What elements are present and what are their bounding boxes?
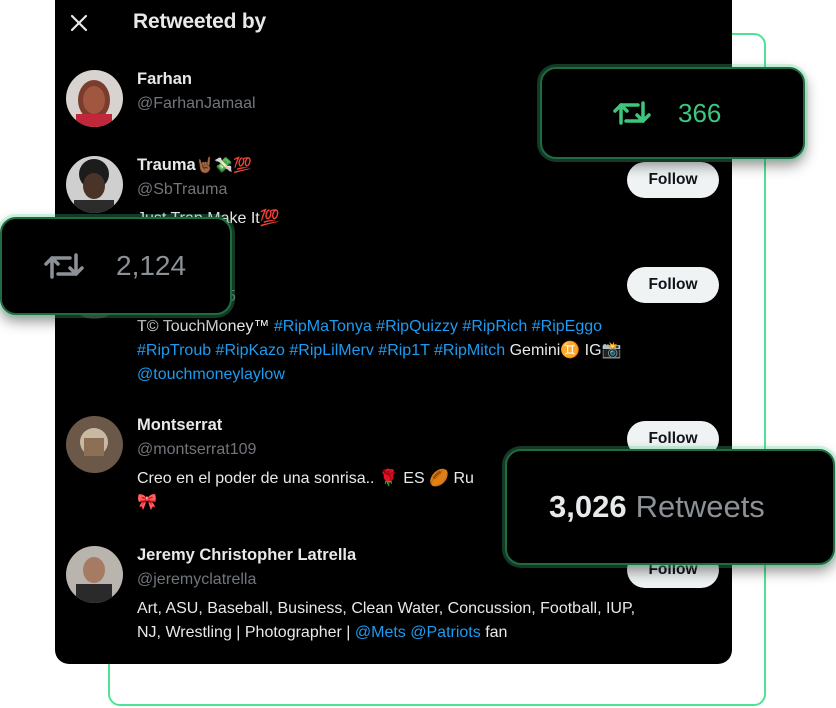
avatar[interactable] xyxy=(66,546,123,603)
bio-link[interactable]: @touchmoneylaylow xyxy=(137,366,285,383)
avatar[interactable] xyxy=(66,70,123,127)
user-handle[interactable]: @montserrat109 xyxy=(137,441,256,459)
close-icon xyxy=(70,14,88,32)
bio-link[interactable]: @Mets xyxy=(355,624,406,641)
avatar[interactable] xyxy=(66,416,123,473)
retweet-icon xyxy=(44,253,84,279)
user-name[interactable]: Jeremy Christopher Latrella xyxy=(137,546,356,565)
user-handle[interactable]: @FarhanJamaal xyxy=(137,95,256,113)
name-emoji: 🤘🏾💸💯 xyxy=(195,156,252,174)
follow-button[interactable]: Follow xyxy=(627,267,719,303)
total-retweet-label: Retweets xyxy=(635,489,765,524)
total-retweets-card: 3,026 Retweets xyxy=(505,449,835,565)
retweet-count-card: 2,124 xyxy=(0,217,232,315)
hashtags[interactable]: #RipTroub #RipKazo #RipLilMerv #Rip1T #R… xyxy=(137,342,505,359)
close-button[interactable] xyxy=(66,10,92,36)
user-handle[interactable]: @jeremyclatrella xyxy=(137,571,256,589)
user-name[interactable]: Trauma🤘🏾💸💯 xyxy=(137,156,252,175)
hashtags[interactable]: #RipMaTonya #RipQuizzy #RipRich #RipEggo xyxy=(274,318,602,335)
avatar[interactable] xyxy=(66,156,123,213)
dialog-title: Retweeted by xyxy=(133,10,266,33)
retweet-count: 2,124 xyxy=(116,250,187,281)
bio-link[interactable]: @Patriots xyxy=(410,624,480,641)
retweet-count: 366 xyxy=(678,97,722,128)
retweet-count-card: 366 xyxy=(540,67,805,159)
user-handle[interactable]: @SbTrauma xyxy=(137,181,227,199)
user-name[interactable]: Farhan xyxy=(137,70,192,89)
user-name[interactable]: Montserrat xyxy=(137,416,222,435)
total-retweet-number: 3,026 xyxy=(549,489,627,524)
user-bio: T© TouchMoney™ #RipMaTonya #RipQuizzy #R… xyxy=(137,318,622,383)
follow-button[interactable]: Follow xyxy=(627,162,719,198)
retweet-icon xyxy=(613,101,651,125)
user-bio: Art, ASU, Baseball, Business, Clean Wate… xyxy=(137,600,636,641)
dialog-header: Retweeted by xyxy=(55,0,732,48)
